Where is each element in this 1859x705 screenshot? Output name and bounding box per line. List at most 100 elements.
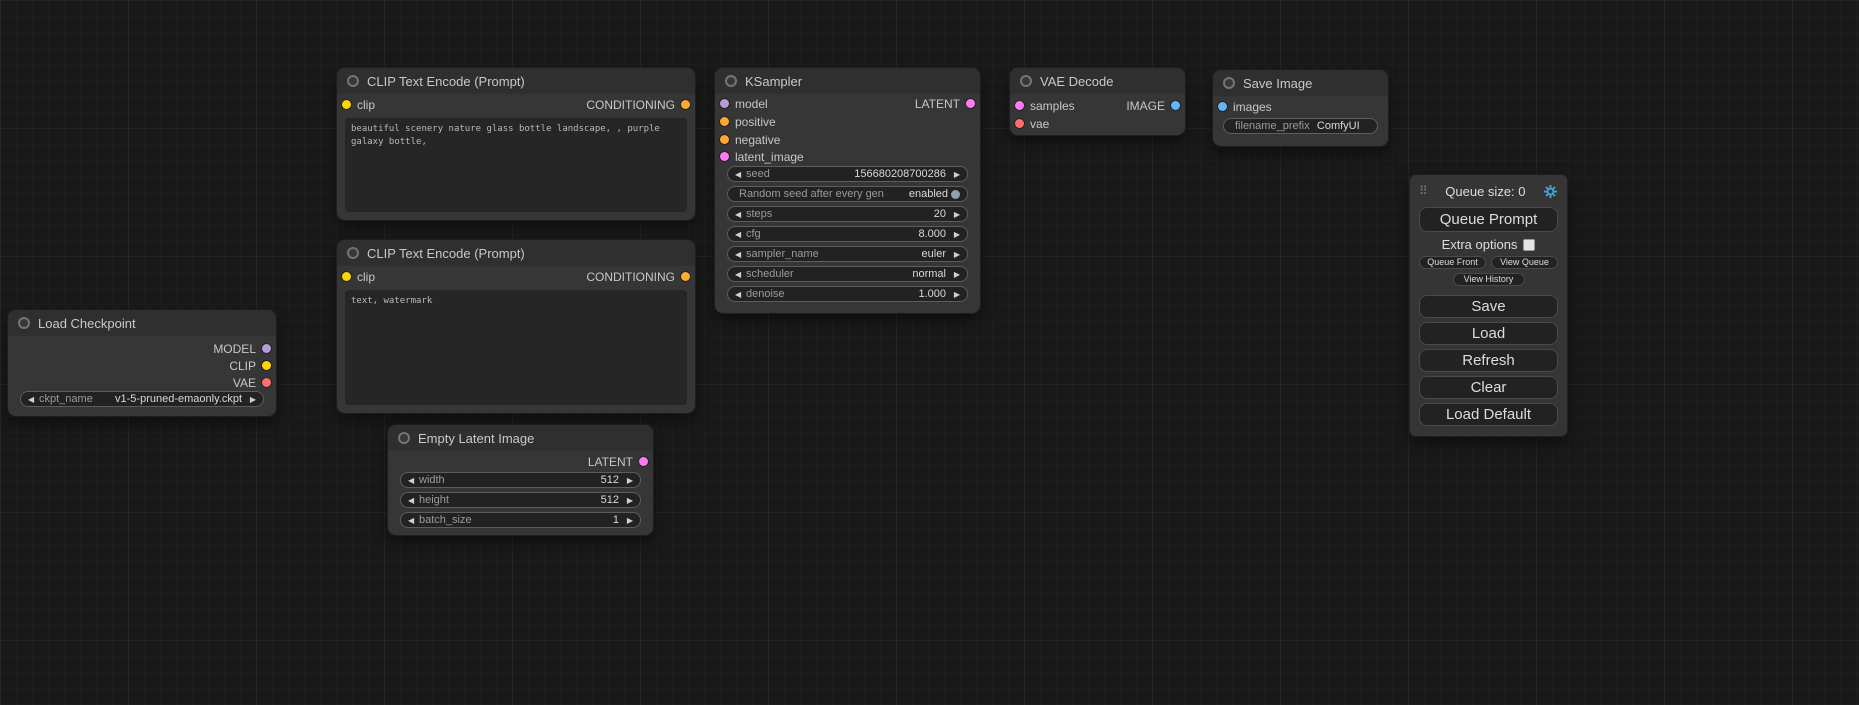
node-title-bar[interactable]: Save Image bbox=[1213, 70, 1388, 96]
collapse-dot-icon[interactable] bbox=[347, 75, 359, 87]
collapse-dot-icon[interactable] bbox=[18, 317, 30, 329]
node-title-bar[interactable]: CLIP Text Encode (Prompt) bbox=[337, 68, 695, 94]
increment-arrow-icon[interactable]: ▶ bbox=[622, 516, 633, 525]
collapse-dot-icon[interactable] bbox=[347, 247, 359, 259]
toggle-indicator[interactable] bbox=[951, 190, 960, 199]
widget-batch-size[interactable]: ◀ batch_size 1 ▶ bbox=[400, 512, 641, 528]
decrement-arrow-icon[interactable]: ◀ bbox=[735, 230, 746, 239]
widget-scheduler[interactable]: ◀ scheduler normal ▶ bbox=[727, 266, 968, 282]
node-graph-canvas[interactable]: Load Checkpoint MODEL CLIP VAE ◀ ckpt_na… bbox=[0, 0, 1859, 705]
conditioning-port-dot[interactable] bbox=[681, 100, 690, 109]
latent-port-dot[interactable] bbox=[639, 457, 648, 466]
input-port-images[interactable]: images bbox=[1218, 100, 1272, 113]
widget-cfg[interactable]: ◀ cfg 8.000 ▶ bbox=[727, 226, 968, 242]
decrement-arrow-icon[interactable]: ◀ bbox=[408, 496, 419, 505]
node-load-checkpoint[interactable]: Load Checkpoint MODEL CLIP VAE ◀ ckpt_na… bbox=[8, 310, 276, 416]
clip-port-dot[interactable] bbox=[342, 100, 351, 109]
refresh-button[interactable]: Refresh bbox=[1419, 349, 1558, 372]
conditioning-port-dot[interactable] bbox=[720, 117, 729, 126]
latent-port-dot[interactable] bbox=[1015, 101, 1024, 110]
input-port-clip[interactable]: clip bbox=[342, 270, 375, 283]
decrement-arrow-icon[interactable]: ◀ bbox=[408, 516, 419, 525]
node-title-bar[interactable]: CLIP Text Encode (Prompt) bbox=[337, 240, 695, 266]
clear-button[interactable]: Clear bbox=[1419, 376, 1558, 399]
conditioning-port-dot[interactable] bbox=[681, 272, 690, 281]
decrement-arrow-icon[interactable]: ◀ bbox=[735, 270, 746, 279]
widget-denoise[interactable]: ◀ denoise 1.000 ▶ bbox=[727, 286, 968, 302]
latent-port-dot[interactable] bbox=[720, 152, 729, 161]
widget-seed[interactable]: ◀ seed 156680208700286 ▶ bbox=[727, 166, 968, 182]
increment-arrow-icon[interactable]: ▶ bbox=[949, 250, 960, 259]
decrement-arrow-icon[interactable]: ◀ bbox=[408, 476, 419, 485]
node-vae-decode[interactable]: VAE Decode samples vae IMAGE bbox=[1010, 68, 1185, 135]
increment-arrow-icon[interactable]: ▶ bbox=[949, 270, 960, 279]
node-empty-latent-image[interactable]: Empty Latent Image LATENT ◀ width 512 ▶ … bbox=[388, 425, 653, 535]
input-port-clip[interactable]: clip bbox=[342, 98, 375, 111]
input-port-negative[interactable]: negative bbox=[720, 133, 780, 146]
extra-options-checkbox[interactable] bbox=[1523, 239, 1535, 251]
save-button[interactable]: Save bbox=[1419, 295, 1558, 318]
node-clip-text-encode-positive[interactable]: CLIP Text Encode (Prompt) clip CONDITION… bbox=[337, 68, 695, 220]
queue-prompt-button[interactable]: Queue Prompt bbox=[1419, 207, 1558, 232]
queue-menu-panel[interactable]: ⠿ Queue size: 0 Queue Prompt Extra optio… bbox=[1410, 175, 1567, 436]
queue-front-button[interactable]: Queue Front bbox=[1419, 256, 1486, 269]
collapse-dot-icon[interactable] bbox=[1020, 75, 1032, 87]
decrement-arrow-icon[interactable]: ◀ bbox=[735, 250, 746, 259]
input-port-model[interactable]: model bbox=[720, 97, 768, 110]
load-button[interactable]: Load bbox=[1419, 322, 1558, 345]
node-ksampler[interactable]: KSampler model positive negative latent_… bbox=[715, 68, 980, 313]
increment-arrow-icon[interactable]: ▶ bbox=[949, 170, 960, 179]
increment-arrow-icon[interactable]: ▶ bbox=[622, 496, 633, 505]
widget-random-seed[interactable]: Random seed after every gen enabled bbox=[727, 186, 968, 202]
node-title-bar[interactable]: Load Checkpoint bbox=[8, 310, 276, 336]
increment-arrow-icon[interactable]: ▶ bbox=[949, 230, 960, 239]
input-port-positive[interactable]: positive bbox=[720, 115, 776, 128]
node-title-bar[interactable]: KSampler bbox=[715, 68, 980, 94]
collapse-dot-icon[interactable] bbox=[1223, 77, 1235, 89]
decrement-arrow-icon[interactable]: ◀ bbox=[735, 290, 746, 299]
increment-arrow-icon[interactable]: ▶ bbox=[622, 476, 633, 485]
output-port-clip[interactable]: CLIP bbox=[229, 359, 271, 372]
widget-height[interactable]: ◀ height 512 ▶ bbox=[400, 492, 641, 508]
drag-handle-icon[interactable]: ⠿ bbox=[1419, 184, 1428, 198]
image-port-dot[interactable] bbox=[1218, 102, 1227, 111]
decrement-arrow-icon[interactable]: ◀ bbox=[735, 170, 746, 179]
view-history-button[interactable]: View History bbox=[1453, 273, 1525, 286]
decrement-arrow-icon[interactable]: ◀ bbox=[28, 395, 39, 404]
gear-icon[interactable] bbox=[1543, 184, 1558, 199]
vae-port-dot[interactable] bbox=[262, 378, 271, 387]
collapse-dot-icon[interactable] bbox=[725, 75, 737, 87]
model-port-dot[interactable] bbox=[262, 344, 271, 353]
view-queue-button[interactable]: View Queue bbox=[1491, 256, 1558, 269]
increment-arrow-icon[interactable]: ▶ bbox=[245, 395, 256, 404]
widget-ckpt-name[interactable]: ◀ ckpt_name v1-5-pruned-emaonly.ckpt ▶ bbox=[20, 391, 264, 407]
clip-port-dot[interactable] bbox=[262, 361, 271, 370]
widget-width[interactable]: ◀ width 512 ▶ bbox=[400, 472, 641, 488]
prompt-textarea[interactable]: beautiful scenery nature glass bottle la… bbox=[345, 118, 687, 212]
output-port-latent[interactable]: LATENT bbox=[915, 97, 975, 110]
node-save-image[interactable]: Save Image images filename_prefix ComfyU… bbox=[1213, 70, 1388, 146]
node-title-bar[interactable]: VAE Decode bbox=[1010, 68, 1185, 94]
load-default-button[interactable]: Load Default bbox=[1419, 403, 1558, 426]
increment-arrow-icon[interactable]: ▶ bbox=[949, 290, 960, 299]
output-port-image[interactable]: IMAGE bbox=[1126, 99, 1180, 112]
latent-port-dot[interactable] bbox=[966, 99, 975, 108]
widget-filename-prefix[interactable]: filename_prefix ComfyUI bbox=[1223, 118, 1378, 134]
collapse-dot-icon[interactable] bbox=[398, 432, 410, 444]
node-title-bar[interactable]: Empty Latent Image bbox=[388, 425, 653, 451]
clip-port-dot[interactable] bbox=[342, 272, 351, 281]
decrement-arrow-icon[interactable]: ◀ bbox=[735, 210, 746, 219]
output-port-latent[interactable]: LATENT bbox=[588, 455, 648, 468]
node-clip-text-encode-negative[interactable]: CLIP Text Encode (Prompt) clip CONDITION… bbox=[337, 240, 695, 413]
increment-arrow-icon[interactable]: ▶ bbox=[949, 210, 960, 219]
input-port-samples[interactable]: samples bbox=[1015, 99, 1075, 112]
input-port-latent-image[interactable]: latent_image bbox=[720, 150, 804, 163]
conditioning-port-dot[interactable] bbox=[720, 135, 729, 144]
output-port-conditioning[interactable]: CONDITIONING bbox=[586, 270, 690, 283]
output-port-vae[interactable]: VAE bbox=[233, 376, 271, 389]
widget-sampler-name[interactable]: ◀ sampler_name euler ▶ bbox=[727, 246, 968, 262]
prompt-textarea[interactable]: text, watermark bbox=[345, 290, 687, 405]
input-port-vae[interactable]: vae bbox=[1015, 117, 1049, 130]
output-port-conditioning[interactable]: CONDITIONING bbox=[586, 98, 690, 111]
output-port-model[interactable]: MODEL bbox=[213, 342, 271, 355]
